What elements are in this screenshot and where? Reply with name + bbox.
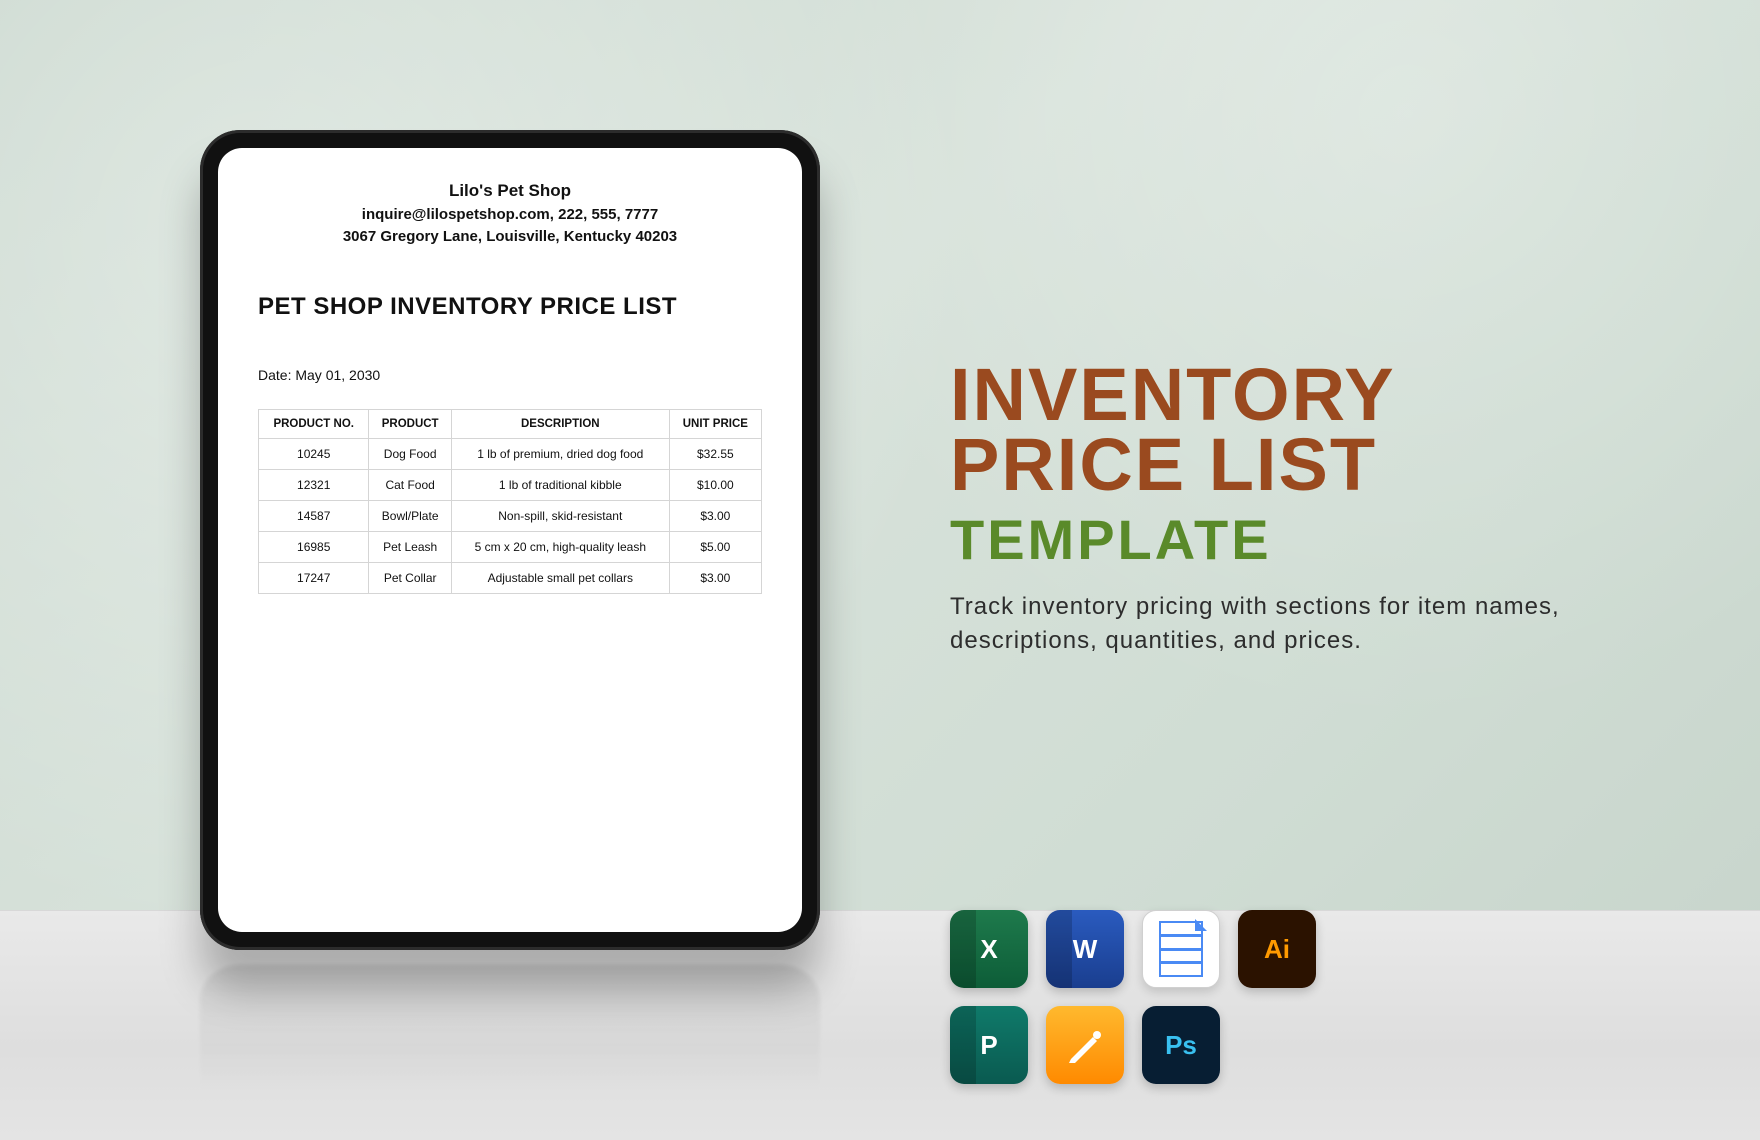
illustrator-glyph: Ai	[1264, 934, 1290, 965]
illustrator-icon: Ai	[1238, 910, 1316, 988]
publisher-icon: P	[950, 1006, 1028, 1084]
cell-no: 17247	[259, 562, 369, 593]
cell-prod: Pet Leash	[369, 531, 452, 562]
document-screen: Lilo's Pet Shop inquire@lilospetshop.com…	[218, 148, 802, 932]
promo-title-line2: PRICE LIST	[950, 430, 1650, 500]
col-description: DESCRIPTION	[451, 409, 669, 438]
shop-address: 3067 Gregory Lane, Louisville, Kentucky …	[258, 226, 762, 249]
photoshop-glyph: Ps	[1165, 1030, 1197, 1061]
publisher-glyph: P	[980, 1030, 997, 1061]
pages-icon	[1046, 1006, 1124, 1084]
table-row: 17247 Pet Collar Adjustable small pet co…	[259, 562, 762, 593]
template-preview-card: Lilo's Pet Shop inquire@lilospetshop.com…	[0, 0, 1760, 1140]
col-unit-price: UNIT PRICE	[669, 409, 761, 438]
cell-prod: Cat Food	[369, 469, 452, 500]
cell-desc: Non-spill, skid-resistant	[451, 500, 669, 531]
tablet-frame: Lilo's Pet Shop inquire@lilospetshop.com…	[200, 130, 820, 950]
cell-desc: 1 lb of traditional kibble	[451, 469, 669, 500]
cell-no: 12321	[259, 469, 369, 500]
cell-no: 16985	[259, 531, 369, 562]
cell-desc: 5 cm x 20 cm, high-quality leash	[451, 531, 669, 562]
word-icon: W	[1046, 910, 1124, 988]
cell-price: $32.55	[669, 438, 761, 469]
shop-contact: inquire@lilospetshop.com, 222, 555, 7777	[258, 204, 762, 227]
cell-price: $10.00	[669, 469, 761, 500]
cell-no: 10245	[259, 438, 369, 469]
cell-price: $3.00	[669, 562, 761, 593]
col-product-no: PRODUCT NO.	[259, 409, 369, 438]
inventory-table: PRODUCT NO. PRODUCT DESCRIPTION UNIT PRI…	[258, 409, 762, 594]
document-title: PET SHOP INVENTORY PRICE LIST	[258, 293, 762, 321]
cell-price: $5.00	[669, 531, 761, 562]
table-row: 10245 Dog Food 1 lb of premium, dried do…	[259, 438, 762, 469]
promo-title-line3: TEMPLATE	[950, 507, 1650, 572]
excel-icon: X	[950, 910, 1028, 988]
cell-prod: Dog Food	[369, 438, 452, 469]
shop-name: Lilo's Pet Shop	[258, 178, 762, 204]
promo-description: Track inventory pricing with sections fo…	[950, 590, 1650, 660]
col-product: PRODUCT	[369, 409, 452, 438]
table-row: 14587 Bowl/Plate Non-spill, skid-resista…	[259, 500, 762, 531]
google-docs-icon	[1142, 910, 1220, 988]
promo-text-block: INVENTORY PRICE LIST TEMPLATE Track inve…	[950, 360, 1650, 659]
word-glyph: W	[1073, 934, 1098, 965]
document-date: Date: May 01, 2030	[258, 367, 762, 383]
table-row: 12321 Cat Food 1 lb of traditional kibbl…	[259, 469, 762, 500]
cell-desc: 1 lb of premium, dried dog food	[451, 438, 669, 469]
cell-price: $3.00	[669, 500, 761, 531]
cell-prod: Pet Collar	[369, 562, 452, 593]
excel-glyph: X	[980, 934, 997, 965]
cell-desc: Adjustable small pet collars	[451, 562, 669, 593]
table-row: 16985 Pet Leash 5 cm x 20 cm, high-quali…	[259, 531, 762, 562]
table-header-row: PRODUCT NO. PRODUCT DESCRIPTION UNIT PRI…	[259, 409, 762, 438]
promo-title-line1: INVENTORY	[950, 360, 1650, 430]
tablet-reflection	[200, 965, 820, 1118]
document-header: Lilo's Pet Shop inquire@lilospetshop.com…	[258, 178, 762, 249]
photoshop-icon: Ps	[1142, 1006, 1220, 1084]
cell-prod: Bowl/Plate	[369, 500, 452, 531]
format-icons: X W Ai P Ps	[950, 910, 1316, 1084]
cell-no: 14587	[259, 500, 369, 531]
